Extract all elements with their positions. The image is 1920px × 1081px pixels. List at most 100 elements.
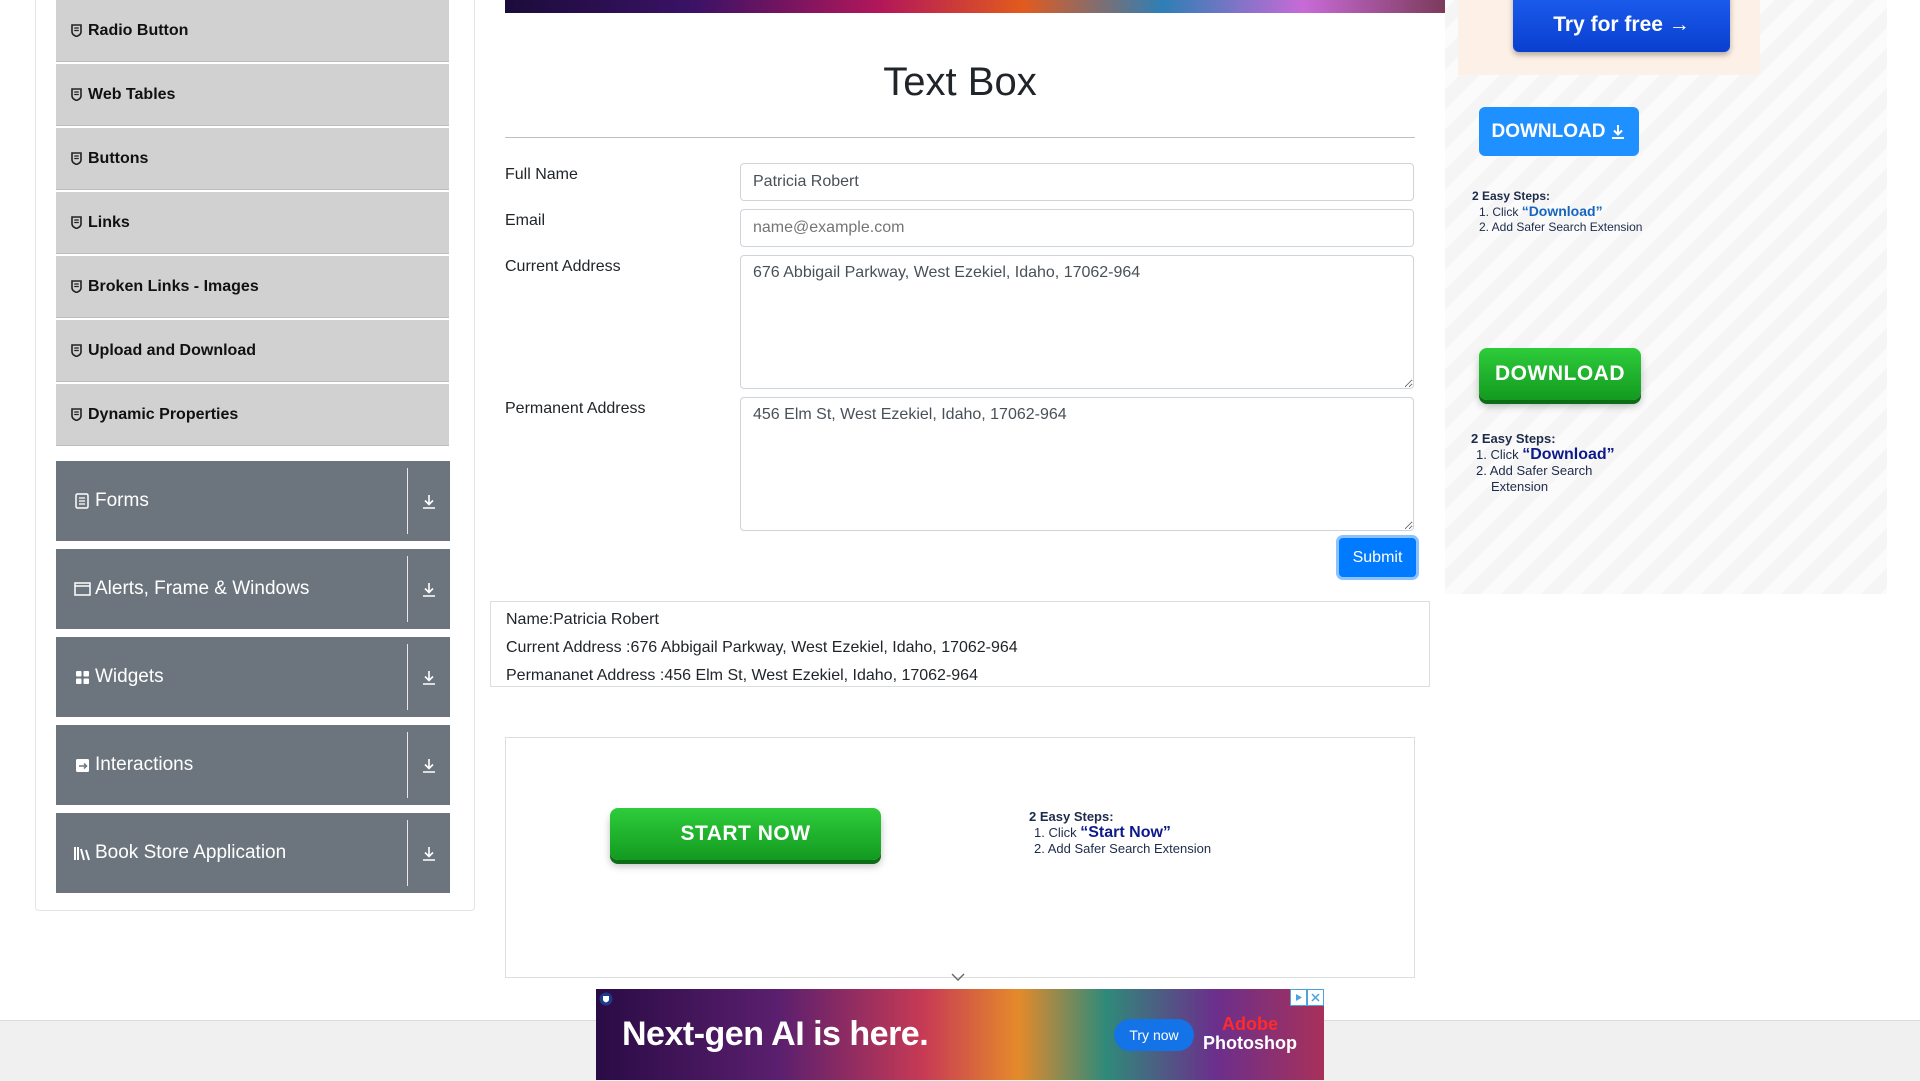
menu-item-links[interactable]: Links: [56, 192, 449, 254]
ad-step-1-highlight: “Start Now”: [1080, 824, 1171, 841]
email-label: Email: [505, 212, 546, 229]
chevron-down-icon[interactable]: [951, 972, 965, 982]
right-ad-steps-1-item-1-text: 1. Click: [1479, 205, 1522, 219]
ad-brand: Adobe Photoshop: [1203, 1015, 1297, 1053]
current-address-label: Current Address: [505, 258, 621, 275]
menu-item-buttons[interactable]: Buttons: [56, 128, 449, 190]
group-label: Interactions: [95, 754, 194, 775]
title-divider: [505, 137, 1415, 138]
ad-headline: Next-gen AI is here.: [622, 1015, 929, 1053]
right-ad-steps-2: 2 Easy Steps: 1. Click “Download” 2. Add…: [1471, 431, 1615, 495]
menu-item-broken-links-images[interactable]: Broken Links - Images: [56, 256, 449, 318]
menu-item-label: Dynamic Properties: [88, 405, 239, 423]
shield-icon: [70, 24, 82, 37]
group-divider: [407, 468, 408, 534]
list-icon: [73, 492, 91, 510]
right-ad-steps-2-item-2-cont: Extension: [1491, 479, 1549, 494]
ad-shield-icon: [599, 992, 613, 1006]
right-ad-steps-2-item-1-text: 1. Click: [1476, 447, 1523, 462]
current-address-textarea[interactable]: 676 Abbigail Parkway, West Ezekiel, Idah…: [740, 255, 1414, 389]
group-divider: [407, 820, 408, 886]
menu-item-radio-button[interactable]: Radio Button: [56, 0, 449, 62]
ad-controls: [1290, 989, 1324, 1006]
element-sub-menu: Radio Button Web Tables Buttons Links Br…: [56, 0, 449, 448]
download-icon[interactable]: [418, 755, 440, 777]
group-book-store-application[interactable]: Book Store Application: [56, 813, 450, 893]
full-name-input[interactable]: [740, 163, 1414, 201]
group-label: Forms: [95, 490, 149, 511]
ad-steps-title: 2 Easy Steps:: [1029, 809, 1114, 824]
group-divider: [407, 556, 408, 622]
page-title: Text Box: [883, 60, 1037, 104]
grid-icon: [73, 668, 91, 686]
ad-try-now-button[interactable]: Try now: [1114, 1019, 1194, 1051]
permanent-address-textarea[interactable]: 456 Elm St, West Ezekiel, Idaho, 17062-9…: [740, 397, 1414, 531]
start-now-ad[interactable]: START NOW 2 Easy Steps: 1. Click “Start …: [505, 737, 1415, 978]
right-ad-steps-1-item-2: 2. Add Safer Search Extension: [1479, 220, 1643, 234]
right-ad-steps-2-title: 2 Easy Steps:: [1471, 431, 1556, 446]
right-ad-steps-2-item-2: 2. Add Safer Search: [1476, 463, 1593, 478]
menu-item-upload-and-download[interactable]: Upload and Download: [56, 320, 449, 382]
group-widgets[interactable]: Widgets: [56, 637, 450, 717]
group-label: Alerts, Frame & Windows: [95, 578, 310, 599]
menu-item-label: Buttons: [88, 149, 149, 167]
right-ad-steps-2-item-1: 1. Click “Download”: [1471, 447, 1615, 463]
try-free-container: Try for free →: [1458, 0, 1760, 75]
output-box: Name:Patricia Robert Current Address :67…: [490, 601, 1430, 687]
books-icon: [73, 844, 91, 862]
menu-item-web-tables[interactable]: Web Tables: [56, 64, 449, 126]
interactions-icon: [73, 756, 91, 774]
group-interactions[interactable]: Interactions: [56, 725, 450, 805]
ad-brand-line-2: Photoshop: [1203, 1033, 1297, 1053]
ad-step-1-text: 1. Click: [1034, 825, 1081, 840]
download-icon[interactable]: [418, 667, 440, 689]
output-permanent-address: Permananet Address :456 Elm St, West Eze…: [506, 667, 978, 684]
shield-icon: [70, 408, 82, 421]
download-icon[interactable]: [418, 491, 440, 513]
permanent-address-label: Permanent Address: [505, 400, 646, 417]
ad-brand-line-1: Adobe: [1221, 1014, 1278, 1034]
group-divider: [407, 732, 408, 798]
right-ad-steps-1-title: 2 Easy Steps:: [1472, 189, 1551, 203]
download-icon[interactable]: [418, 579, 440, 601]
email-input[interactable]: [740, 209, 1414, 247]
group-label: Book Store Application: [95, 842, 287, 863]
ad-close-icon[interactable]: [1307, 989, 1324, 1006]
bottom-banner-ad[interactable]: Next-gen AI is here. Try now Adobe Photo…: [596, 989, 1324, 1080]
right-ad-steps-2-item-1-highlight: “Download”: [1522, 446, 1615, 463]
output-name: Name:Patricia Robert: [506, 611, 659, 628]
try-for-free-button[interactable]: Try for free →: [1513, 0, 1730, 52]
group-divider: [407, 644, 408, 710]
top-banner-ad[interactable]: [505, 0, 1445, 13]
group-label: Widgets: [95, 666, 164, 687]
download-button-label: DOWNLOAD: [1491, 120, 1606, 142]
menu-item-dynamic-properties[interactable]: Dynamic Properties: [56, 384, 449, 446]
full-name-label: Full Name: [505, 166, 578, 183]
download-icon[interactable]: [418, 843, 440, 865]
shield-icon: [70, 344, 82, 357]
shield-icon: [70, 216, 82, 229]
output-current-address: Current Address :676 Abbigail Parkway, W…: [506, 639, 1018, 656]
right-ad-steps-1-item-1-highlight: “Download”: [1521, 203, 1603, 219]
download-icon: [1612, 124, 1625, 139]
right-ad-steps-1: 2 Easy Steps: 1. Click “Download” 2. Add…: [1472, 189, 1642, 235]
ad-step-1: 1. Click “Start Now”: [1029, 825, 1211, 841]
group-alerts-frame-windows[interactable]: Alerts, Frame & Windows: [56, 549, 450, 629]
right-side-ad[interactable]: Try for free → DOWNLOAD 2 Easy Steps: 1.…: [1445, 0, 1887, 594]
download-button-blue[interactable]: DOWNLOAD: [1479, 107, 1639, 156]
menu-item-label: Web Tables: [88, 85, 176, 103]
menu-item-label: Broken Links - Images: [88, 277, 259, 295]
shield-icon: [70, 280, 82, 293]
right-ad-steps-1-item-1: 1. Click “Download”: [1472, 204, 1642, 220]
start-now-button[interactable]: START NOW: [610, 808, 881, 860]
download-button-green[interactable]: DOWNLOAD: [1479, 348, 1641, 400]
ad-info-icon[interactable]: [1290, 989, 1307, 1006]
group-forms[interactable]: Forms: [56, 461, 450, 541]
menu-item-label: Links: [88, 213, 130, 231]
window-icon: [73, 580, 91, 598]
ad-step-2: 2. Add Safer Search Extension: [1034, 841, 1212, 856]
menu-item-label: Upload and Download: [88, 341, 256, 359]
submit-button[interactable]: Submit: [1339, 538, 1416, 577]
category-groups: Forms Alerts, Frame & Windows Widgets In…: [56, 461, 450, 901]
ad-steps: 2 Easy Steps: 1. Click “Start Now” 2. Ad…: [1029, 809, 1211, 857]
